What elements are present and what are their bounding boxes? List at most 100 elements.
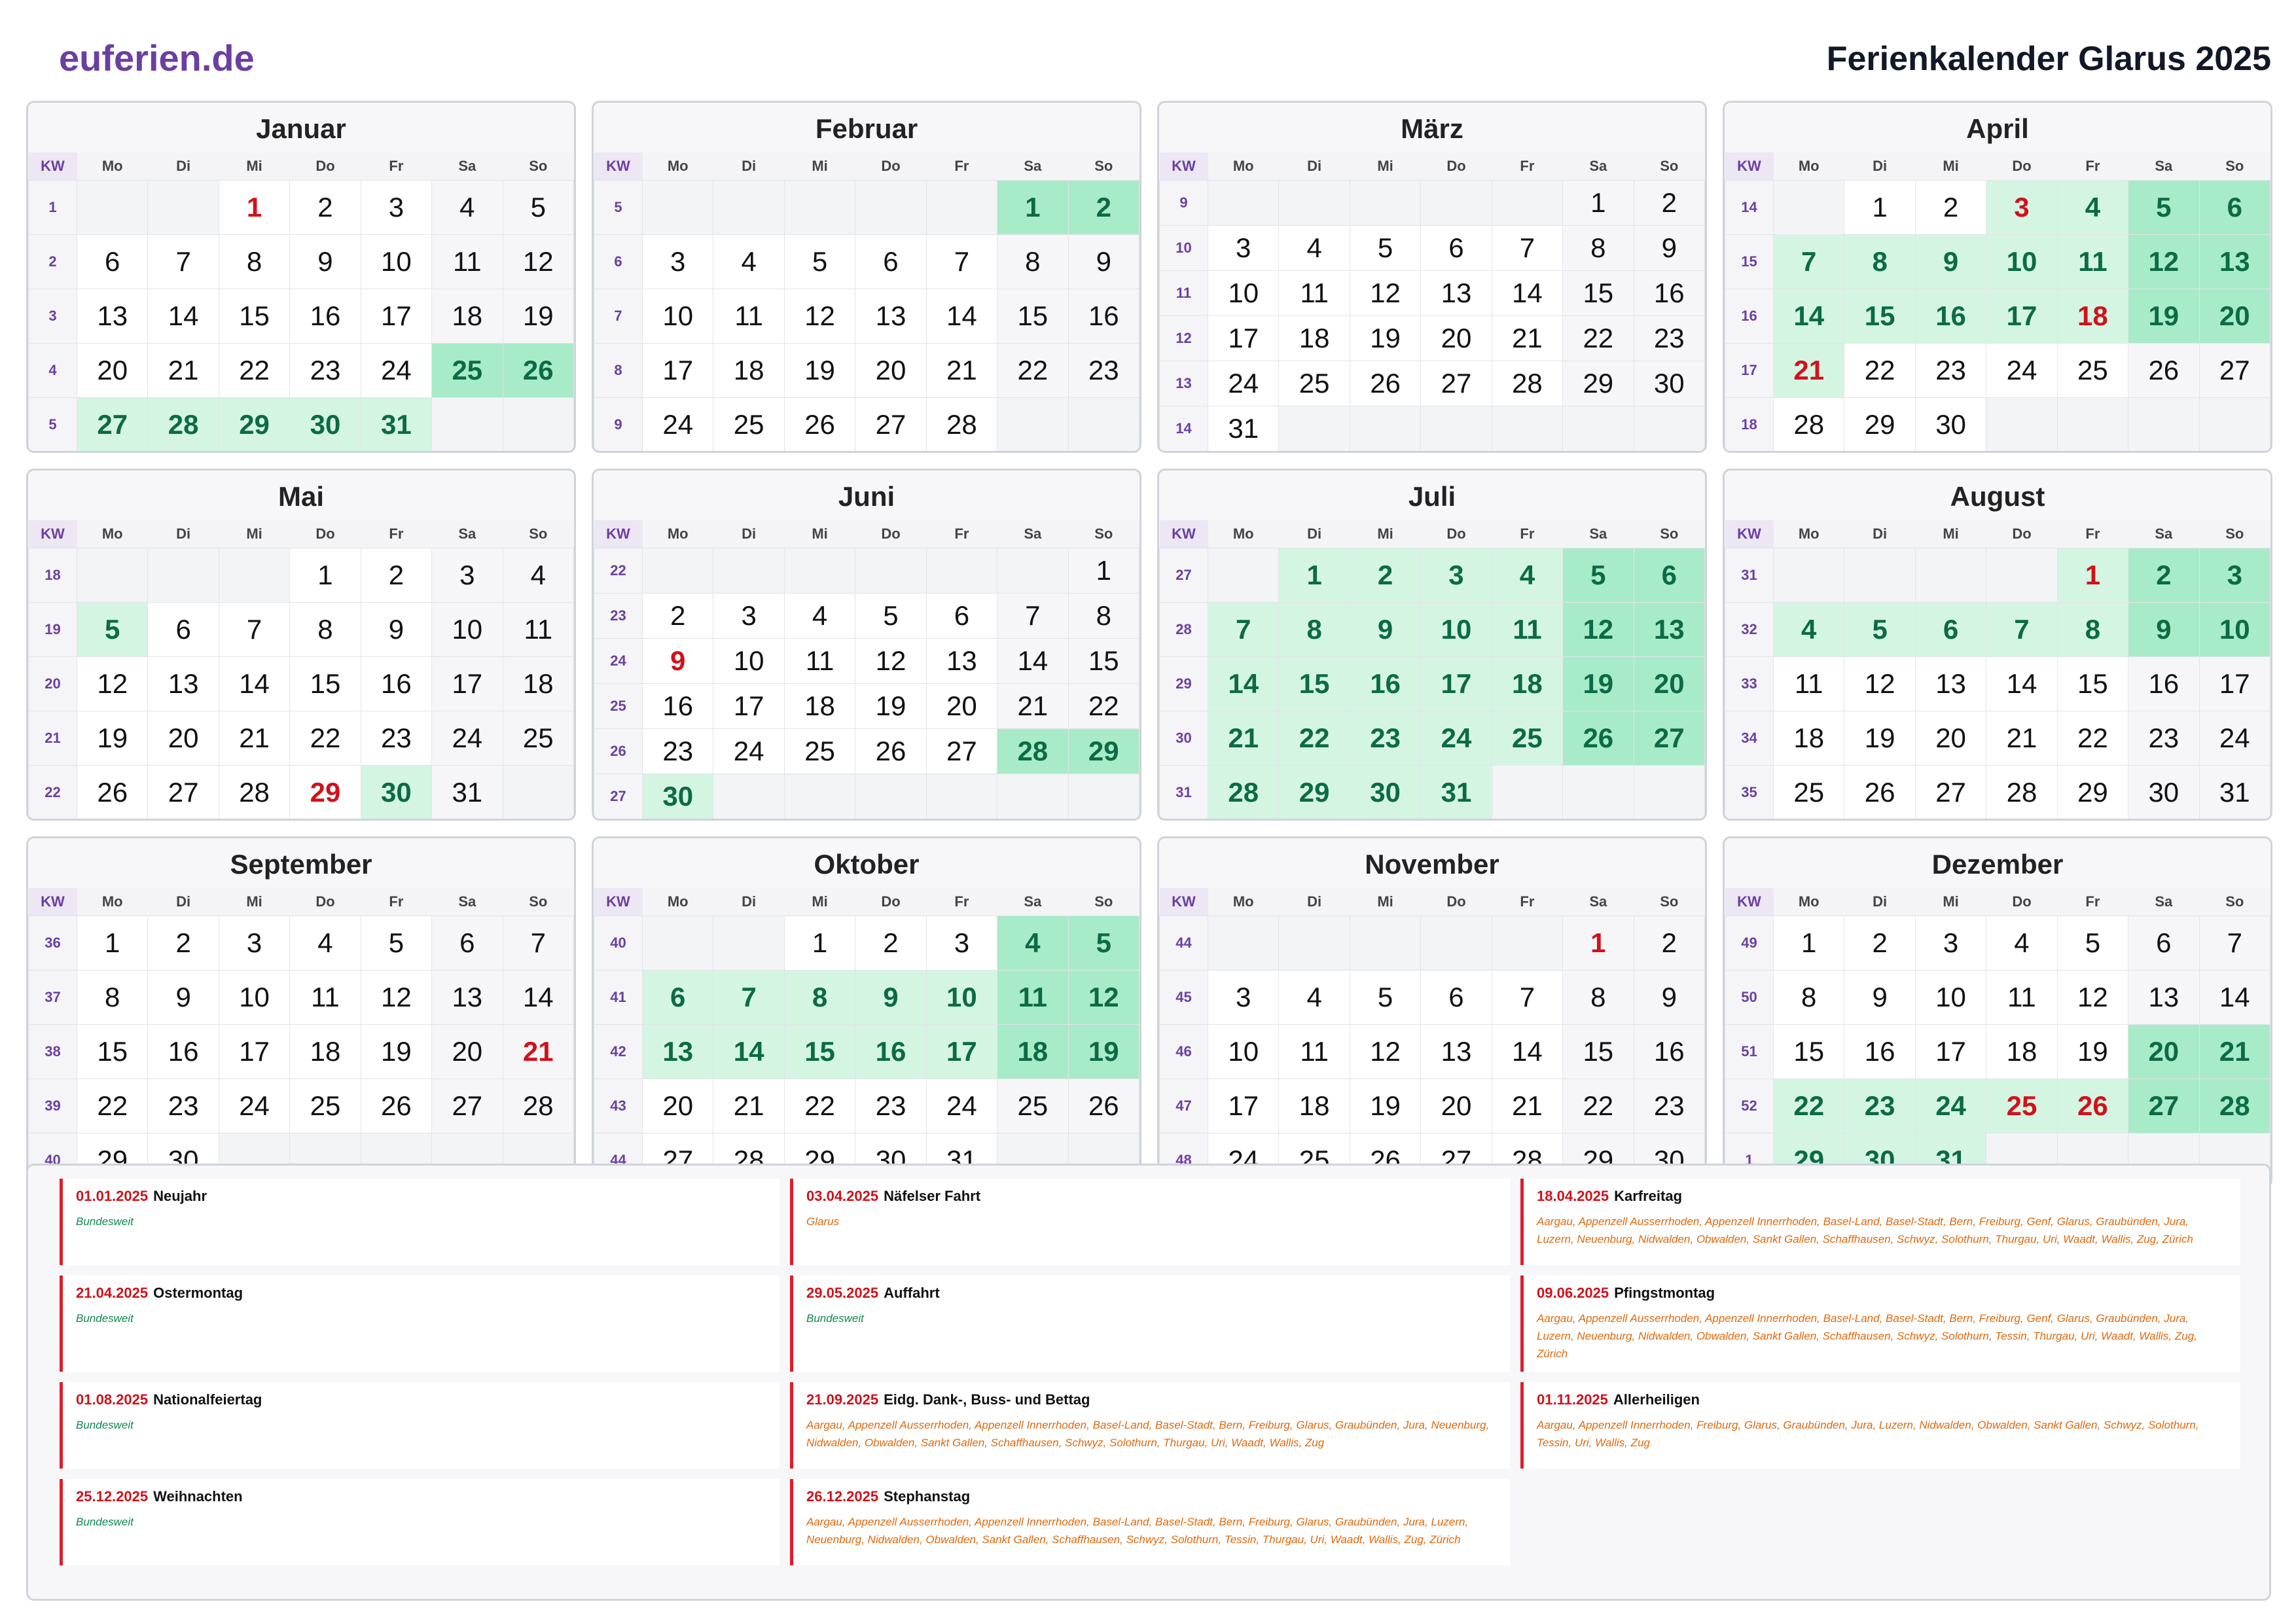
day-cell[interactable]: 21 — [713, 1079, 785, 1133]
day-cell[interactable]: 5 — [1067, 916, 1139, 971]
day-cell[interactable]: 17 — [218, 1024, 291, 1079]
day-cell[interactable]: 6 — [431, 916, 503, 971]
day-cell[interactable]: 18 — [502, 656, 574, 711]
day-cell[interactable]: 30 — [641, 774, 714, 819]
day-cell[interactable]: 29 — [1067, 728, 1139, 774]
day-cell[interactable]: 6 — [641, 970, 714, 1025]
day-cell[interactable]: 11 — [1986, 970, 2058, 1025]
day-cell[interactable]: 7 — [1491, 225, 1564, 271]
day-cell[interactable]: 3 — [2198, 548, 2270, 603]
day-cell[interactable]: 28 — [997, 728, 1069, 774]
day-cell[interactable]: 15 — [2056, 656, 2129, 711]
day-cell[interactable]: 14 — [1491, 270, 1564, 316]
day-cell[interactable]: 3 — [641, 234, 714, 289]
day-cell[interactable]: 24 — [925, 1079, 998, 1133]
day-cell[interactable]: 28 — [1207, 765, 1280, 819]
day-cell[interactable]: 1 — [2056, 548, 2129, 603]
day-cell[interactable]: 20 — [1420, 1079, 1492, 1133]
day-cell[interactable]: 13 — [147, 656, 219, 711]
day-cell[interactable]: 27 — [76, 397, 149, 451]
day-cell[interactable]: 10 — [218, 970, 291, 1025]
day-cell[interactable]: 4 — [502, 548, 574, 603]
day-cell[interactable]: 28 — [502, 1079, 574, 1133]
day-cell[interactable]: 23 — [1914, 343, 1987, 398]
day-cell[interactable]: 8 — [289, 602, 361, 657]
day-cell[interactable]: 16 — [1067, 289, 1139, 344]
day-cell[interactable]: 12 — [2056, 970, 2129, 1025]
day-cell[interactable]: 18 — [2056, 289, 2129, 344]
day-cell[interactable]: 28 — [218, 765, 291, 819]
day-cell[interactable]: 14 — [502, 970, 574, 1025]
day-cell[interactable]: 5 — [1349, 970, 1422, 1025]
day-cell[interactable]: 6 — [76, 234, 149, 289]
day-cell[interactable]: 27 — [1633, 711, 1705, 766]
day-cell[interactable]: 3 — [1986, 180, 2058, 235]
day-cell[interactable]: 26 — [76, 765, 149, 819]
day-cell[interactable]: 7 — [1772, 234, 1845, 289]
day-cell[interactable]: 25 — [289, 1079, 361, 1133]
day-cell[interactable]: 13 — [76, 289, 149, 344]
day-cell[interactable]: 27 — [2198, 343, 2270, 398]
day-cell[interactable]: 18 — [289, 1024, 361, 1079]
day-cell[interactable]: 15 — [1278, 656, 1350, 711]
day-cell[interactable]: 25 — [783, 728, 856, 774]
day-cell[interactable]: 10 — [1986, 234, 2058, 289]
day-cell[interactable]: 20 — [2128, 1024, 2200, 1079]
day-cell[interactable]: 12 — [1844, 656, 1916, 711]
day-cell[interactable]: 13 — [1633, 602, 1705, 657]
day-cell[interactable]: 1 — [218, 180, 291, 235]
day-cell[interactable]: 6 — [2198, 180, 2270, 235]
day-cell[interactable]: 13 — [1420, 270, 1492, 316]
day-cell[interactable]: 28 — [1772, 397, 1845, 451]
day-cell[interactable]: 1 — [1844, 180, 1916, 235]
day-cell[interactable]: 30 — [1914, 397, 1987, 451]
day-cell[interactable]: 27 — [147, 765, 219, 819]
day-cell[interactable]: 1 — [997, 180, 1069, 235]
day-cell[interactable]: 15 — [76, 1024, 149, 1079]
day-cell[interactable]: 22 — [1844, 343, 1916, 398]
day-cell[interactable]: 14 — [1772, 289, 1845, 344]
day-cell[interactable]: 26 — [360, 1079, 433, 1133]
day-cell[interactable]: 5 — [2128, 180, 2200, 235]
day-cell[interactable]: 6 — [1633, 548, 1705, 603]
day-cell[interactable]: 13 — [431, 970, 503, 1025]
day-cell[interactable]: 14 — [2198, 970, 2270, 1025]
day-cell[interactable]: 27 — [855, 397, 927, 451]
day-cell[interactable]: 23 — [1844, 1079, 1916, 1133]
day-cell[interactable]: 26 — [855, 728, 927, 774]
day-cell[interactable]: 13 — [925, 638, 998, 684]
day-cell[interactable]: 7 — [1491, 970, 1564, 1025]
day-cell[interactable]: 28 — [1986, 765, 2058, 819]
day-cell[interactable]: 31 — [1207, 406, 1280, 451]
day-cell[interactable]: 23 — [2128, 711, 2200, 766]
day-cell[interactable]: 25 — [1986, 1079, 2058, 1133]
day-cell[interactable]: 1 — [289, 548, 361, 603]
day-cell[interactable]: 5 — [783, 234, 856, 289]
day-cell[interactable]: 9 — [1914, 234, 1987, 289]
day-cell[interactable]: 3 — [1914, 916, 1987, 971]
day-cell[interactable]: 3 — [713, 593, 785, 639]
day-cell[interactable]: 12 — [855, 638, 927, 684]
day-cell[interactable]: 4 — [1491, 548, 1564, 603]
day-cell[interactable]: 10 — [431, 602, 503, 657]
day-cell[interactable]: 6 — [1420, 225, 1492, 271]
day-cell[interactable]: 11 — [997, 970, 1069, 1025]
day-cell[interactable]: 7 — [713, 970, 785, 1025]
day-cell[interactable]: 25 — [431, 343, 503, 398]
site-logo[interactable]: euferien.de — [59, 37, 255, 79]
day-cell[interactable]: 12 — [1067, 970, 1139, 1025]
day-cell[interactable]: 4 — [1278, 970, 1350, 1025]
day-cell[interactable]: 14 — [713, 1024, 785, 1079]
day-cell[interactable]: 22 — [997, 343, 1069, 398]
day-cell[interactable]: 12 — [1349, 1024, 1422, 1079]
day-cell[interactable]: 31 — [2198, 765, 2270, 819]
day-cell[interactable]: 17 — [1420, 656, 1492, 711]
day-cell[interactable]: 3 — [360, 180, 433, 235]
day-cell[interactable]: 5 — [360, 916, 433, 971]
day-cell[interactable]: 12 — [2128, 234, 2200, 289]
day-cell[interactable]: 28 — [1491, 361, 1564, 406]
day-cell[interactable]: 18 — [783, 683, 856, 729]
day-cell[interactable]: 6 — [925, 593, 998, 639]
day-cell[interactable]: 4 — [1772, 602, 1845, 657]
day-cell[interactable]: 15 — [1067, 638, 1139, 684]
